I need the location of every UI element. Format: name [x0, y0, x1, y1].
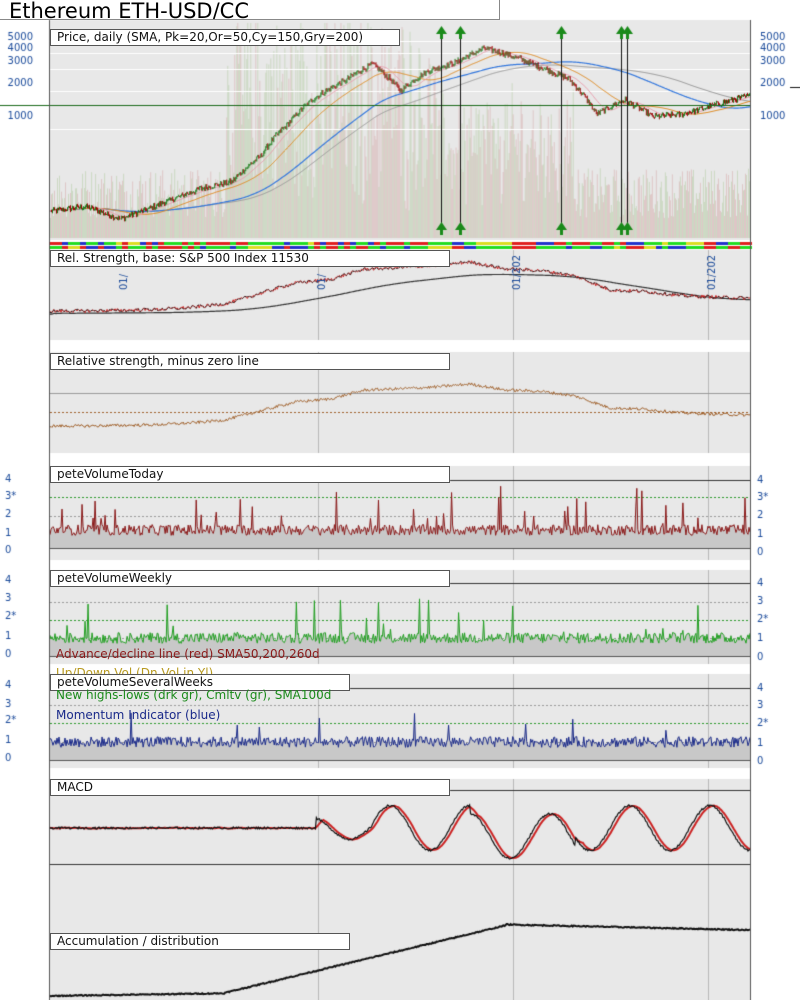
new-highs-lows-label: New highs-lows (drk gr), Cmltv (gr), SMA…: [56, 688, 332, 702]
technical-chart-canvas: [0, 0, 800, 1000]
vol-weekly-panel-label: peteVolumeWeekly: [50, 570, 450, 587]
price-panel-label: Price, daily (SMA, Pk=20,Or=50,Cy=150,Gr…: [50, 29, 400, 46]
adv-decline-label: Advance/decline line (red) SMA50,200,260…: [56, 647, 320, 661]
vol-today-panel-label: peteVolumeToday: [50, 466, 450, 483]
macd-panel-label: MACD: [50, 779, 450, 796]
rs-minus-panel-label: Relative strength, minus zero line: [50, 353, 450, 370]
rs-panel-label: Rel. Strength, base: S&P 500 Index 11530: [50, 250, 450, 267]
page-title: Ethereum ETH-USD/CC: [0, 0, 500, 20]
momentum-label: Momentum Indicator (blue): [56, 708, 221, 722]
up-down-vol-label: Up/Down Vol (Dn Vol in Yl): [56, 667, 214, 674]
acc-dist-panel-label: Accumulation / distribution: [50, 933, 350, 950]
